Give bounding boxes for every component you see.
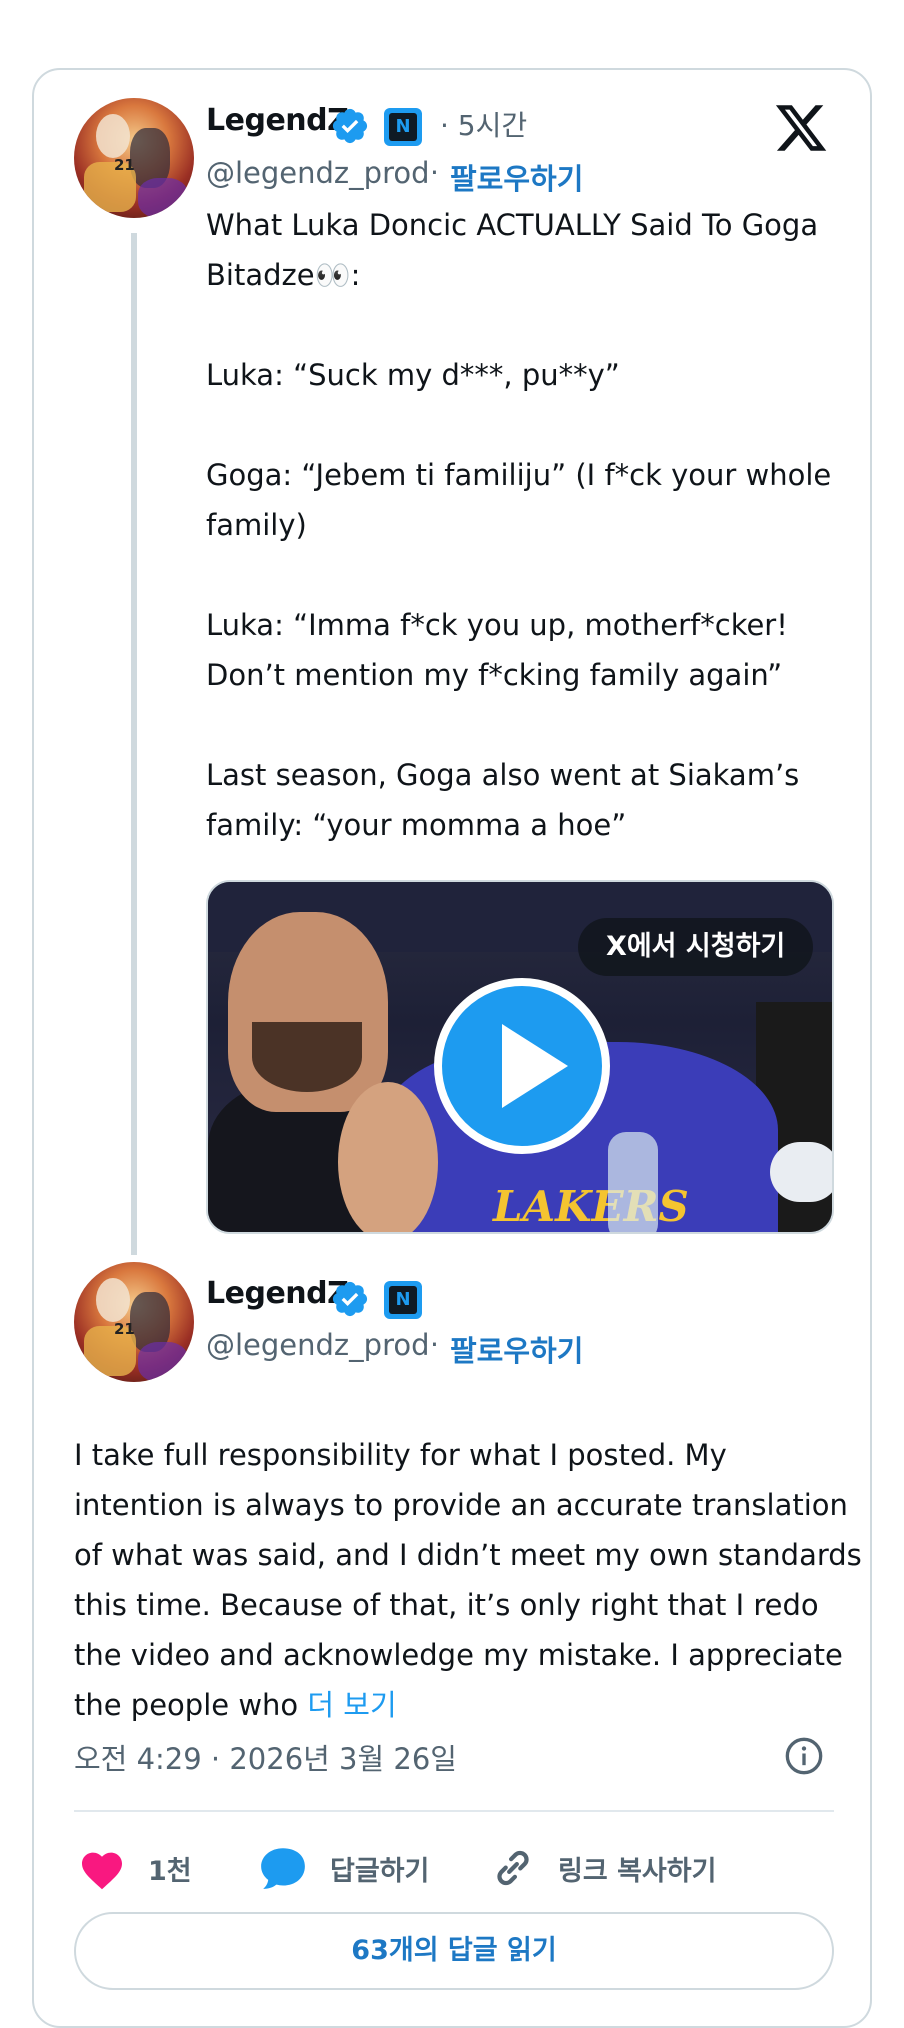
tweet-time-ago[interactable]: · 5시간 — [440, 104, 527, 144]
reply-text-content: I take full responsibility for what I po… — [74, 1438, 862, 1722]
author-handle[interactable]: @legendz_prod — [206, 156, 430, 190]
read-replies-button[interactable]: 63개의 답글 읽기 — [74, 1912, 834, 1990]
automated-label-icon: N — [384, 1281, 422, 1319]
watch-on-x-button[interactable]: X에서 시청하기 — [578, 918, 814, 976]
reply-button[interactable]: 답글하기 — [258, 1838, 429, 1898]
actions-divider — [74, 1810, 834, 1812]
like-count: 1천 — [148, 1855, 192, 1887]
thread-connector-line — [131, 233, 137, 1255]
like-button[interactable]: 1천 — [78, 1838, 192, 1898]
tweet-timestamp[interactable]: 오전 4:29 · 2026년 3월 26일 — [74, 1736, 457, 1778]
verified-badge-icon — [332, 108, 368, 144]
link-icon — [497, 1850, 529, 1886]
info-icon[interactable] — [784, 1736, 824, 1776]
author-name[interactable]: LegendZ — [206, 103, 349, 138]
heart-icon — [82, 1852, 122, 1890]
reply-bubble-icon — [261, 1848, 305, 1889]
copy-link-label: 링크 복사하기 — [558, 1855, 717, 1887]
reply-author-name[interactable]: LegendZ — [206, 1276, 349, 1311]
show-more-link[interactable]: 더 보기 — [307, 1688, 396, 1722]
handle-separator: · — [430, 156, 439, 189]
reply-label: 답글하기 — [330, 1855, 430, 1887]
play-icon[interactable] — [434, 978, 610, 1154]
author-avatar[interactable]: 21 — [74, 98, 194, 218]
follow-button[interactable]: 팔로우하기 — [450, 156, 583, 198]
jersey-lettering: LAKERS — [493, 1182, 689, 1231]
automated-label-icon: N — [384, 108, 422, 146]
reply-follow-button[interactable]: 팔로우하기 — [450, 1328, 583, 1370]
handle-separator: · — [430, 1328, 439, 1361]
copy-link-button[interactable]: 링크 복사하기 — [490, 1838, 716, 1898]
verified-badge-icon — [332, 1281, 368, 1317]
reply-body-text: I take full responsibility for what I po… — [74, 1430, 864, 1730]
x-logo-icon[interactable] — [772, 100, 830, 156]
reply-author-handle[interactable]: @legendz_prod — [206, 1328, 430, 1362]
reply-author-avatar[interactable]: 21 — [74, 1262, 194, 1382]
tweet-body-text: What Luka Doncic ACTUALLY Said To Goga B… — [206, 208, 832, 842]
